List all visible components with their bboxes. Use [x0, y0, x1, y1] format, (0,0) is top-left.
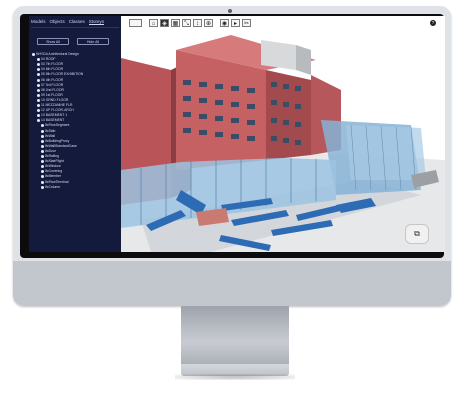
3d-viewport[interactable]: ⌂ ◈ ▦ ⤡ ↕ ⊕ ◉ ▸ ✂ ? ⧉ — [121, 16, 445, 252]
tab-storeys[interactable]: Storeys — [88, 19, 105, 25]
visibility-toggle-icon[interactable] — [37, 83, 40, 87]
measure-icon[interactable]: ✂ — [242, 19, 251, 27]
visibility-toggle-icon[interactable] — [37, 114, 40, 118]
visibility-toggle-icon[interactable] — [37, 98, 40, 102]
home-icon[interactable]: ⌂ — [149, 19, 158, 27]
monitor-chin — [13, 261, 451, 306]
visibility-buttons: Show All Hide All — [37, 38, 109, 45]
viewer-toolbar: ⌂ ◈ ▦ ⤡ ↕ ⊕ ◉ ▸ ✂ — [129, 18, 251, 28]
ruler-icon[interactable]: ↕ — [193, 19, 202, 27]
tab-models[interactable]: Models — [31, 19, 46, 25]
select-icon[interactable]: ▸ — [231, 19, 240, 27]
visibility-toggle-icon[interactable] — [37, 73, 40, 77]
camera — [228, 9, 232, 13]
app-screen: Models Objects Classes Storeys Show All … — [29, 16, 445, 252]
visibility-toggle-icon[interactable] — [37, 109, 40, 113]
visibility-toggle-icon[interactable] — [41, 149, 44, 153]
show-all-button[interactable]: Show All — [37, 38, 69, 45]
visibility-toggle-icon[interactable] — [41, 180, 44, 184]
visibility-toggle-icon[interactable] — [37, 78, 40, 82]
visibility-toggle-icon[interactable] — [37, 119, 40, 123]
visibility-toggle-icon[interactable] — [41, 165, 44, 169]
sidebar-tabs: Models Objects Classes Storeys — [31, 19, 105, 25]
visibility-toggle-icon[interactable] — [37, 93, 40, 97]
navigation-cube[interactable]: ⧉ — [405, 224, 429, 244]
grid-icon[interactable]: ▦ — [171, 19, 180, 27]
visibility-toggle-icon[interactable] — [41, 170, 44, 174]
visibility-toggle-icon[interactable] — [41, 134, 44, 138]
orbit-icon[interactable]: ⊕ — [204, 19, 213, 27]
stand-shadow — [175, 374, 295, 380]
eye-icon[interactable]: ◉ — [220, 19, 229, 27]
visibility-toggle-icon[interactable] — [41, 124, 44, 128]
tab-objects[interactable]: Objects — [50, 19, 65, 25]
building-model-render[interactable] — [121, 30, 445, 252]
rooftop-unit — [261, 40, 296, 70]
fit-icon[interactable]: ⤡ — [182, 19, 191, 27]
visibility-toggle-icon[interactable] — [41, 155, 44, 158]
visibility-toggle-icon[interactable] — [37, 104, 40, 107]
cube-icon[interactable]: ◈ — [160, 19, 169, 27]
visibility-toggle-icon[interactable] — [41, 185, 44, 189]
visibility-toggle-icon[interactable] — [37, 68, 40, 72]
toolbar-blank-button[interactable] — [129, 19, 142, 27]
main-tower-front — [176, 50, 266, 170]
tree-item-label: IfcColumn — [45, 184, 61, 189]
monitor-stand — [181, 306, 289, 366]
rooftop-unit-side — [296, 45, 311, 75]
visibility-toggle-icon[interactable] — [41, 144, 44, 148]
visibility-toggle-icon[interactable] — [41, 129, 44, 133]
visibility-toggle-icon[interactable] — [32, 53, 35, 56]
visibility-toggle-icon[interactable] — [37, 88, 40, 92]
tab-classes[interactable]: Classes — [69, 19, 85, 25]
visibility-toggle-icon[interactable] — [41, 160, 44, 164]
sidebar: Models Objects Classes Storeys Show All … — [29, 16, 121, 252]
tree-item[interactable]: IfcColumn — [41, 185, 60, 190]
visibility-toggle-icon[interactable] — [37, 63, 40, 67]
visibility-toggle-icon[interactable] — [37, 58, 40, 62]
hide-all-button[interactable]: Hide All — [77, 38, 109, 45]
visibility-toggle-icon[interactable] — [41, 175, 44, 179]
tab-divider — [31, 27, 119, 28]
visibility-toggle-icon[interactable] — [41, 139, 44, 143]
glass-atrium-inner — [346, 125, 426, 180]
help-icon[interactable]: ? — [430, 20, 436, 26]
